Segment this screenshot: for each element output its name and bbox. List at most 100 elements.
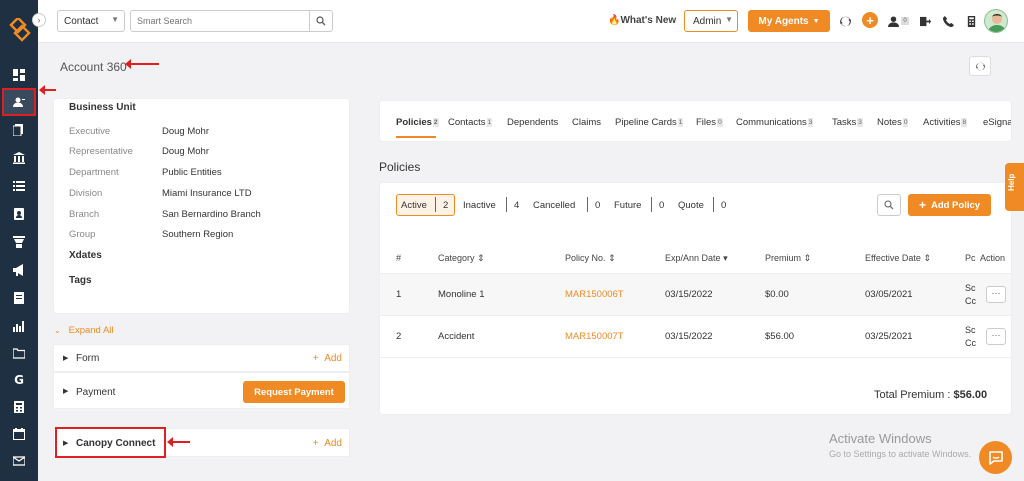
tab-count: 0 [717, 117, 723, 127]
policies-card: Active 2 Inactive 4 Cancelled 0 Future 0… [379, 182, 1012, 415]
tab-claims[interactable]: Claims [572, 117, 601, 128]
tab-files[interactable]: Files 0 [696, 117, 723, 128]
refresh-icon [975, 62, 985, 70]
contact-card-icon[interactable] [9, 204, 29, 224]
tab-pipeline-cards[interactable]: Pipeline Cards 1 [615, 117, 684, 128]
col-header-effective-date[interactable]: Effective Date ⇕ [865, 253, 931, 264]
total-premium-value: $56.00 [953, 389, 988, 401]
search-button[interactable] [309, 10, 333, 32]
chat-button[interactable] [979, 441, 1012, 474]
list-icon[interactable] [9, 176, 29, 196]
executive-value: Doug Mohr [162, 126, 209, 137]
refresh-button[interactable] [969, 56, 991, 76]
notes-icon[interactable] [9, 288, 29, 308]
user-icon[interactable] [885, 13, 901, 29]
calendar-icon[interactable] [9, 424, 29, 444]
chevron-down-icon: ▼ [812, 17, 820, 25]
avatar-image [987, 14, 1007, 32]
col-header-category[interactable]: Category ⇕ [438, 253, 485, 264]
search-type-select[interactable]: Contact ▼ [57, 10, 125, 32]
table-row[interactable]: 2 Accident MAR150007T 03/15/2022 $56.00 … [380, 315, 1011, 357]
policy-search-button[interactable] [877, 194, 901, 216]
table-row[interactable]: 1 Monoline 1 MAR150006T 03/15/2022 $0.00… [380, 273, 1011, 315]
form-add-link[interactable]: + Add [313, 353, 342, 364]
tab-count: 2 [432, 117, 439, 127]
tab-contacts[interactable]: Contacts 1 [448, 117, 493, 128]
smart-search-input[interactable] [130, 10, 310, 32]
app-logo-icon[interactable] [8, 18, 32, 42]
folder-icon[interactable] [9, 343, 29, 363]
tab-tasks[interactable]: Tasks 3 [832, 117, 863, 128]
filter-future-label[interactable]: Future [614, 200, 641, 211]
sort-icon: ⇕ [923, 253, 931, 263]
row-policy-link[interactable]: MAR150007T [565, 331, 624, 342]
tab-esignature[interactable]: eSignat [983, 117, 1011, 128]
documents-icon[interactable] [9, 120, 29, 140]
row-actions-button[interactable]: ··· [986, 328, 1006, 345]
add-policy-button[interactable]: + Add Policy [908, 194, 991, 216]
contacts-icon[interactable] [2, 88, 36, 116]
annotation-highlight-box [55, 427, 166, 458]
row-number: 2 [396, 331, 402, 342]
phone-icon[interactable] [940, 13, 956, 29]
whats-new-link[interactable]: 🔥What's New [608, 15, 676, 26]
search-type-value: Contact [64, 16, 99, 27]
tags-heading: Tags [69, 275, 92, 286]
filter-quote-count: 0 [721, 200, 727, 211]
col-header-label: Premium [765, 253, 802, 263]
funnel-icon[interactable] [9, 232, 29, 252]
filter-active-label[interactable]: Active [401, 200, 427, 211]
canopy-add-label: Add [324, 438, 342, 449]
row-effective-date: 03/25/2021 [865, 331, 913, 342]
tab-policies[interactable]: Policies 2 [396, 117, 439, 128]
col-header-premium[interactable]: Premium ⇕ [765, 253, 811, 264]
calculator-icon[interactable] [963, 13, 979, 29]
division-label: Division [69, 188, 103, 199]
google-icon[interactable]: G [9, 370, 29, 390]
filter-inactive-label[interactable]: Inactive [463, 200, 496, 211]
row-effective-date: 03/05/2021 [865, 289, 913, 300]
sidebar: G [0, 0, 38, 481]
sidebar-toggle-chevron-icon[interactable]: › [32, 13, 46, 27]
calculator-icon[interactable] [9, 397, 29, 417]
tab-activities[interactable]: Activities 8 [923, 117, 968, 128]
megaphone-icon[interactable] [9, 260, 29, 280]
row-number: 1 [396, 289, 402, 300]
form-section[interactable]: ▶ Form + Add [53, 344, 350, 372]
row-actions-button[interactable]: ··· [986, 286, 1006, 303]
search-icon [884, 200, 894, 210]
user-avatar[interactable] [984, 9, 1008, 33]
tab-count: 0 [902, 117, 909, 127]
role-select[interactable]: Admin ▼ [684, 10, 738, 32]
sync-icon[interactable] [837, 13, 853, 29]
tab-dependents[interactable]: Dependents [507, 117, 558, 128]
payment-section[interactable]: ▶ Payment Request Payment [53, 372, 350, 409]
expand-all-link[interactable]: ⌄ Expand All [54, 325, 114, 336]
user-count-badge: 0 [901, 17, 909, 25]
tab-label: Dependents [507, 117, 559, 128]
row-category: Monoline 1 [438, 289, 485, 300]
mail-icon[interactable] [9, 451, 29, 471]
canopy-add-link[interactable]: + Add [313, 438, 342, 449]
tab-count: 3 [807, 117, 814, 127]
filter-divider [587, 197, 588, 212]
col-header-policy-no[interactable]: Policy No. ⇕ [565, 253, 616, 264]
executive-label: Executive [69, 126, 111, 137]
help-tab[interactable]: Help [1005, 163, 1024, 211]
tab-communications[interactable]: Communications 3 [736, 117, 814, 128]
row-policy-link[interactable]: MAR150006T [565, 289, 624, 300]
representative-label: Representative [69, 146, 133, 157]
tab-label: Pipeline Cards [615, 117, 677, 128]
bank-icon[interactable] [9, 148, 29, 168]
filter-cancelled-label[interactable]: Cancelled [533, 200, 575, 211]
logout-icon[interactable] [917, 13, 933, 29]
tab-notes[interactable]: Notes 0 [877, 117, 909, 128]
bar-chart-icon[interactable] [9, 316, 29, 336]
dashboard-icon[interactable] [9, 65, 29, 85]
col-header-exp-date[interactable]: Exp/Ann Date ▾ [665, 253, 728, 264]
chevron-down-icon: ⌄ [54, 326, 61, 335]
my-agents-button[interactable]: My Agents ▼ [748, 10, 830, 32]
request-payment-button[interactable]: Request Payment [243, 381, 345, 403]
quick-add-button[interactable]: + [862, 12, 878, 28]
filter-quote-label[interactable]: Quote [678, 200, 704, 211]
